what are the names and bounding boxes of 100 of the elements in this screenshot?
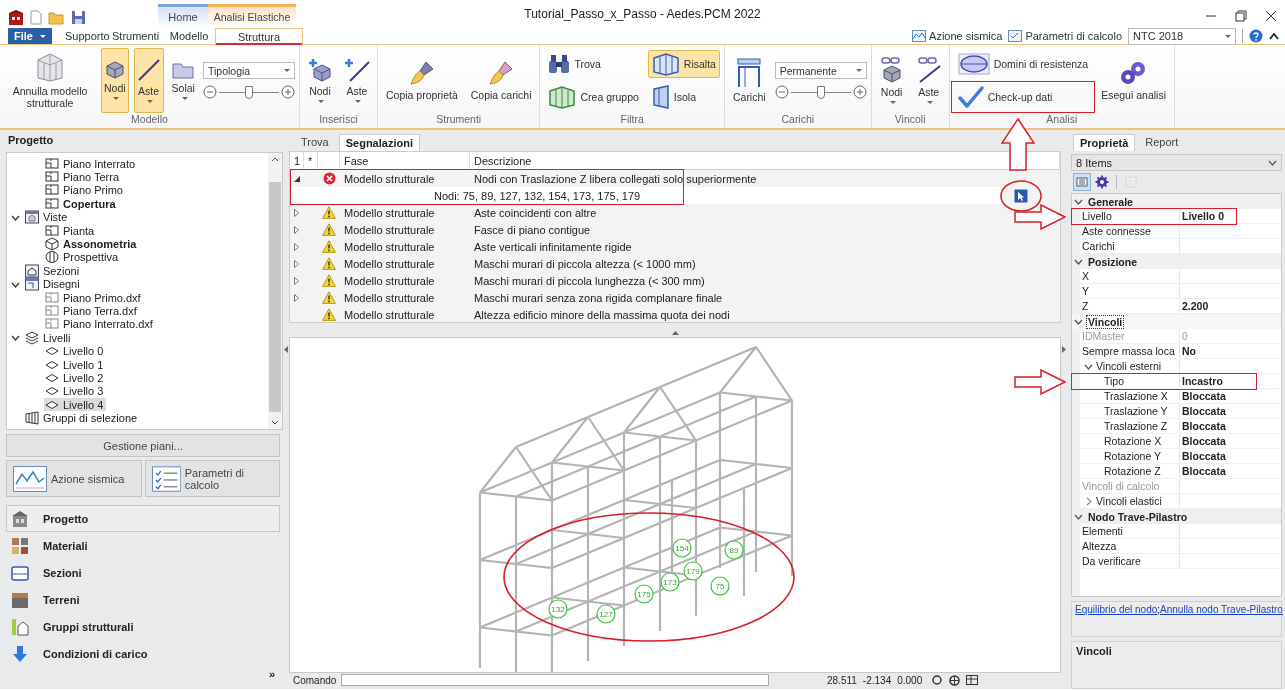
- tree-item[interactable]: Livello 1: [44, 357, 107, 372]
- property-name[interactable]: Traslazione Z: [1080, 419, 1180, 433]
- zoom-out-icon[interactable]: [202, 85, 217, 99]
- tree-item[interactable]: Livello 4: [44, 398, 107, 412]
- scroll-thumb[interactable]: [269, 182, 281, 412]
- tree-item[interactable]: Assonometria: [44, 237, 140, 251]
- ribbon-button[interactable]: Domini di resistenza: [953, 50, 1093, 77]
- category-header[interactable]: Vincoli: [1072, 314, 1281, 329]
- ribbon-button[interactable]: Nodi: [875, 48, 908, 113]
- ribbon-button[interactable]: Isola: [647, 83, 720, 112]
- tree-item[interactable]: Livello 2: [44, 371, 107, 385]
- tree-item[interactable]: Sezioni: [24, 264, 83, 278]
- file-menu-button[interactable]: File: [8, 28, 52, 44]
- help-icon[interactable]: [1249, 29, 1263, 43]
- collapse-icon[interactable]: [1074, 257, 1083, 266]
- button[interactable]: Parametri di calcolo: [144, 460, 280, 497]
- expand-icon[interactable]: [294, 242, 300, 251]
- column-header[interactable]: *: [304, 152, 318, 169]
- zoom-in-icon[interactable]: [280, 85, 295, 99]
- ribbon-tab[interactable]: Struttura: [215, 28, 303, 45]
- dropdown[interactable]: Tipologia: [202, 62, 295, 79]
- tree-item[interactable]: Pianta: [44, 223, 98, 238]
- navigation-item[interactable]: Progetto: [6, 505, 280, 532]
- select-pointer-icon[interactable]: [1014, 189, 1028, 203]
- slider-thumb[interactable]: [816, 85, 825, 99]
- expand-up-icon[interactable]: [671, 331, 679, 335]
- command-field[interactable]: [341, 674, 769, 686]
- column-header[interactable]: Fase: [340, 152, 470, 169]
- ribbon-button[interactable]: Check-up dati: [953, 84, 1093, 111]
- property-name[interactable]: Y: [1080, 284, 1180, 298]
- tree-item[interactable]: Viste: [24, 210, 71, 224]
- ribbon-tab[interactable]: Modello: [163, 28, 215, 45]
- toolbar-button[interactable]: Parametri di calcolo: [1008, 30, 1122, 42]
- property-name[interactable]: Tipo: [1080, 374, 1180, 388]
- save-icon[interactable]: [71, 10, 86, 25]
- navigation-item[interactable]: Condizioni di carico: [6, 640, 280, 667]
- tree-item[interactable]: Livelli: [24, 331, 74, 345]
- restore-icon[interactable]: [1235, 10, 1247, 22]
- expand-icon[interactable]: [1084, 496, 1093, 506]
- property-name[interactable]: Vincoli esterni: [1080, 359, 1180, 373]
- ribbon-tab[interactable]: Strumenti: [108, 28, 163, 45]
- standard-dropdown[interactable]: NTC 2018: [1128, 27, 1236, 45]
- navigation-item[interactable]: Sezioni: [6, 559, 280, 586]
- property-name[interactable]: Sempre massa loca: [1080, 344, 1180, 358]
- tab[interactable]: Segnalazioni: [338, 134, 420, 151]
- ribbon-button[interactable]: Risalta: [647, 49, 720, 78]
- tree-item[interactable]: Disegni: [24, 277, 83, 291]
- tree-item[interactable]: Piano Interrato: [44, 157, 139, 171]
- scrollbar[interactable]: [268, 153, 282, 429]
- tree-item[interactable]: Piano Interrato.dxf: [44, 317, 156, 332]
- grid-icon[interactable]: [966, 675, 979, 685]
- tree-item[interactable]: Piano Terra.dxf: [44, 304, 140, 318]
- property-name[interactable]: Z: [1080, 299, 1180, 313]
- collapse-icon[interactable]: [1074, 197, 1083, 206]
- property-name[interactable]: Elementi: [1080, 524, 1180, 538]
- collapse-arrow-icon[interactable]: [284, 346, 288, 353]
- navigation-item[interactable]: Terreni: [6, 586, 280, 613]
- selection-dropdown[interactable]: 8 Items: [1071, 154, 1282, 171]
- expand-icon[interactable]: [294, 276, 300, 285]
- scroll-down-icon[interactable]: [271, 420, 279, 425]
- ribbon-button[interactable]: Trova: [544, 51, 643, 76]
- property-name[interactable]: Altezza: [1080, 539, 1180, 553]
- ribbon-button[interactable]: Crea gruppo: [544, 83, 643, 112]
- property-name[interactable]: Rotazione X: [1080, 434, 1180, 448]
- app-icon[interactable]: [8, 9, 24, 26]
- tab[interactable]: Proprietà: [1073, 134, 1136, 151]
- button[interactable]: Azione sismica: [6, 460, 142, 497]
- link[interactable]: Equilibrio del nodo: [1075, 604, 1158, 615]
- collapse-arrow-icon[interactable]: [1062, 346, 1066, 353]
- zoom-in-icon[interactable]: [852, 85, 867, 99]
- category-header[interactable]: Nodo Trave-Pilastro: [1072, 509, 1281, 524]
- dropdown[interactable]: Permanente: [774, 62, 867, 79]
- more-button[interactable]: »: [268, 669, 275, 679]
- scroll-up-icon[interactable]: [271, 157, 279, 162]
- ribbon-button[interactable]: Copia carichi: [466, 48, 536, 113]
- ribbon-button[interactable]: Copia proprietà: [381, 48, 462, 113]
- navigation-item[interactable]: Materiali: [6, 532, 280, 559]
- tree-item[interactable]: Copertura: [44, 197, 119, 211]
- tab[interactable]: Report: [1139, 134, 1185, 151]
- zoom-icon[interactable]: [932, 674, 944, 686]
- slider-thumb[interactable]: [244, 85, 253, 99]
- target-icon[interactable]: [949, 674, 961, 686]
- column-header[interactable]: 1: [290, 152, 304, 169]
- expand-icon[interactable]: [294, 225, 300, 234]
- ribbon-button[interactable]: Solai: [168, 48, 198, 113]
- expand-icon[interactable]: [294, 208, 300, 217]
- ribbon-button[interactable]: Annulla modello strutturale: [4, 48, 96, 113]
- property-name[interactable]: Da verificare: [1080, 554, 1180, 568]
- ribbon-button[interactable]: Aste: [340, 48, 373, 113]
- collapse-icon[interactable]: [294, 174, 300, 183]
- ribbon-button[interactable]: Aste: [133, 48, 164, 113]
- category-header[interactable]: Posizione: [1072, 254, 1281, 269]
- tree-item[interactable]: Piano Terra: [44, 170, 123, 184]
- property-name[interactable]: Rotazione Z: [1080, 464, 1180, 478]
- ribbon-button[interactable]: Esegui analisi: [1097, 48, 1170, 113]
- ribbon-button[interactable]: Nodi: [101, 48, 129, 113]
- ribbon-tab[interactable]: Supporto: [61, 28, 108, 45]
- zoom-out-icon[interactable]: [774, 85, 789, 99]
- collapse-icon[interactable]: [1074, 317, 1083, 326]
- property-name[interactable]: Traslazione Y: [1080, 404, 1180, 418]
